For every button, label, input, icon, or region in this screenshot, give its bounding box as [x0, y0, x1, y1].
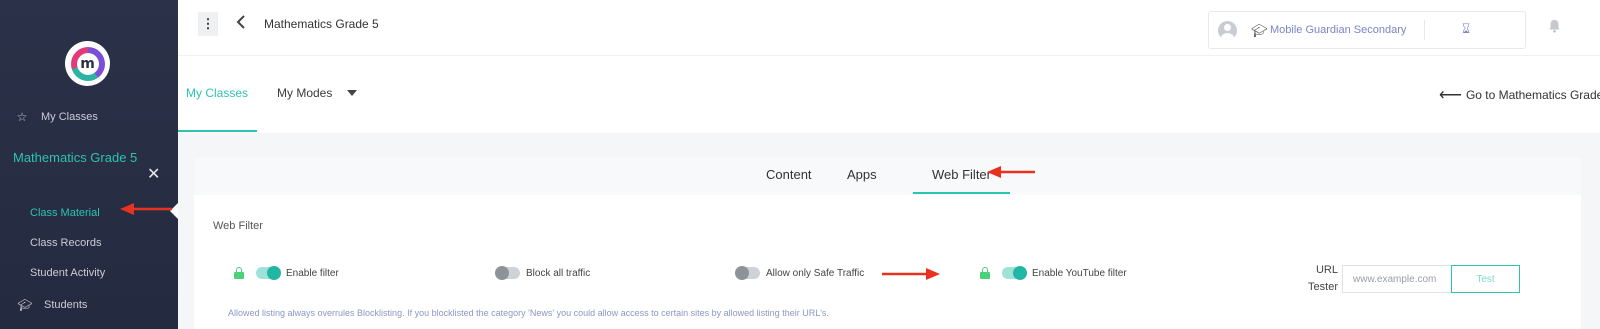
- tab-content[interactable]: Content: [766, 167, 812, 182]
- caret-down-icon[interactable]: [347, 90, 357, 96]
- sidebar-item-class-records[interactable]: Class Records: [30, 237, 102, 249]
- graduation-cap-icon: 🎓︎: [17, 298, 33, 312]
- option-label: Allow only Safe Traffic: [766, 267, 865, 279]
- option-label: Enable filter: [286, 267, 339, 279]
- close-icon[interactable]: ✕: [147, 167, 161, 183]
- goto-class-link[interactable]: ⟵ Go to Mathematics Grade 5: [1439, 85, 1600, 105]
- enable-filter-toggle[interactable]: [256, 266, 281, 280]
- sidebar-current-class[interactable]: Mathematics Grade 5: [13, 146, 138, 170]
- sidebar-item-students[interactable]: 🎓︎ Students: [17, 298, 88, 312]
- sidebar-item-class-material[interactable]: Class Material: [30, 207, 100, 219]
- logo-letter: m: [76, 52, 99, 75]
- unlocked-padlock-icon: [980, 267, 990, 279]
- sidebar-item-my-classes[interactable]: ☆ My Classes: [15, 110, 98, 124]
- secondary-nav: My Classes My Modes ⟵ Go to Mathematics …: [178, 56, 1600, 133]
- top-bar: ⋮ Mathematics Grade 5 🎓︎ Mobile Guardian…: [178, 0, 1600, 56]
- allow-safe-traffic-toggle[interactable]: [735, 266, 760, 280]
- sidebar-item-label: Students: [44, 299, 88, 311]
- url-tester-label: URL Tester: [1298, 262, 1338, 296]
- bell-icon[interactable]: [1548, 19, 1561, 33]
- tab-apps[interactable]: Apps: [847, 167, 877, 182]
- web-filter-card: Content Apps Web Filter Web Filter Enabl…: [194, 158, 1581, 329]
- option-allow-safe-traffic: Allow only Safe Traffic: [735, 266, 865, 280]
- annotation-arrow-youtube-filter: [882, 268, 940, 280]
- tab-active-indicator: [913, 192, 1010, 194]
- option-enable-filter: Enable filter: [234, 266, 339, 280]
- star-icon: ☆: [16, 110, 28, 124]
- sidebar: m ☆ My Classes Mathematics Grade 5 ✕ Cla…: [0, 0, 178, 329]
- back-chevron-icon[interactable]: [236, 15, 246, 34]
- account-switcher[interactable]: 🎓︎ Mobile Guardian Secondary ⌛︎: [1208, 11, 1526, 49]
- app-logo[interactable]: m: [65, 41, 110, 86]
- allowlist-note: Allowed listing always overrules Blockli…: [228, 308, 829, 318]
- url-tester-input[interactable]: [1342, 265, 1452, 293]
- url-tester-label-line1: URL: [1315, 264, 1338, 276]
- option-enable-youtube-filter: Enable YouTube filter: [980, 266, 1127, 280]
- test-button[interactable]: Test: [1451, 265, 1520, 293]
- account-name[interactable]: Mobile Guardian Secondary: [1270, 24, 1406, 36]
- option-block-all-traffic: Block all traffic: [495, 266, 591, 280]
- tab-my-modes[interactable]: My Modes: [277, 86, 332, 100]
- tab-my-classes[interactable]: My Classes: [186, 86, 248, 100]
- content-tabs: Content Apps Web Filter: [194, 158, 1581, 195]
- block-all-traffic-toggle[interactable]: [495, 266, 520, 280]
- tab-web-filter[interactable]: Web Filter: [932, 167, 991, 182]
- kebab-menu-icon[interactable]: ⋮: [198, 12, 218, 36]
- page-title: Mathematics Grade 5: [264, 17, 379, 31]
- option-label: Block all traffic: [526, 267, 591, 279]
- arrow-left-icon: ⟵: [1439, 87, 1462, 104]
- logo-shield-icon: m: [70, 46, 105, 81]
- tab-active-indicator: [178, 130, 257, 132]
- goto-class-label: Go to Mathematics Grade 5: [1465, 88, 1600, 102]
- sidebar-item-student-activity[interactable]: Student Activity: [30, 267, 105, 279]
- unlocked-padlock-icon: [234, 267, 244, 279]
- hourglass-icon[interactable]: ⌛︎: [1462, 21, 1470, 37]
- divider: [1424, 20, 1425, 40]
- section-title: Web Filter: [213, 220, 263, 232]
- avatar[interactable]: [1218, 21, 1237, 40]
- graduation-cap-icon: 🎓︎: [1251, 23, 1268, 38]
- sidebar-item-label: My Classes: [41, 111, 98, 123]
- annotation-arrow-web-filter: [987, 166, 1035, 178]
- option-label: Enable YouTube filter: [1032, 267, 1127, 279]
- annotation-arrow-class-material: [120, 203, 172, 215]
- url-tester-label-line2: Tester: [1308, 281, 1338, 293]
- enable-youtube-filter-toggle[interactable]: [1002, 266, 1027, 280]
